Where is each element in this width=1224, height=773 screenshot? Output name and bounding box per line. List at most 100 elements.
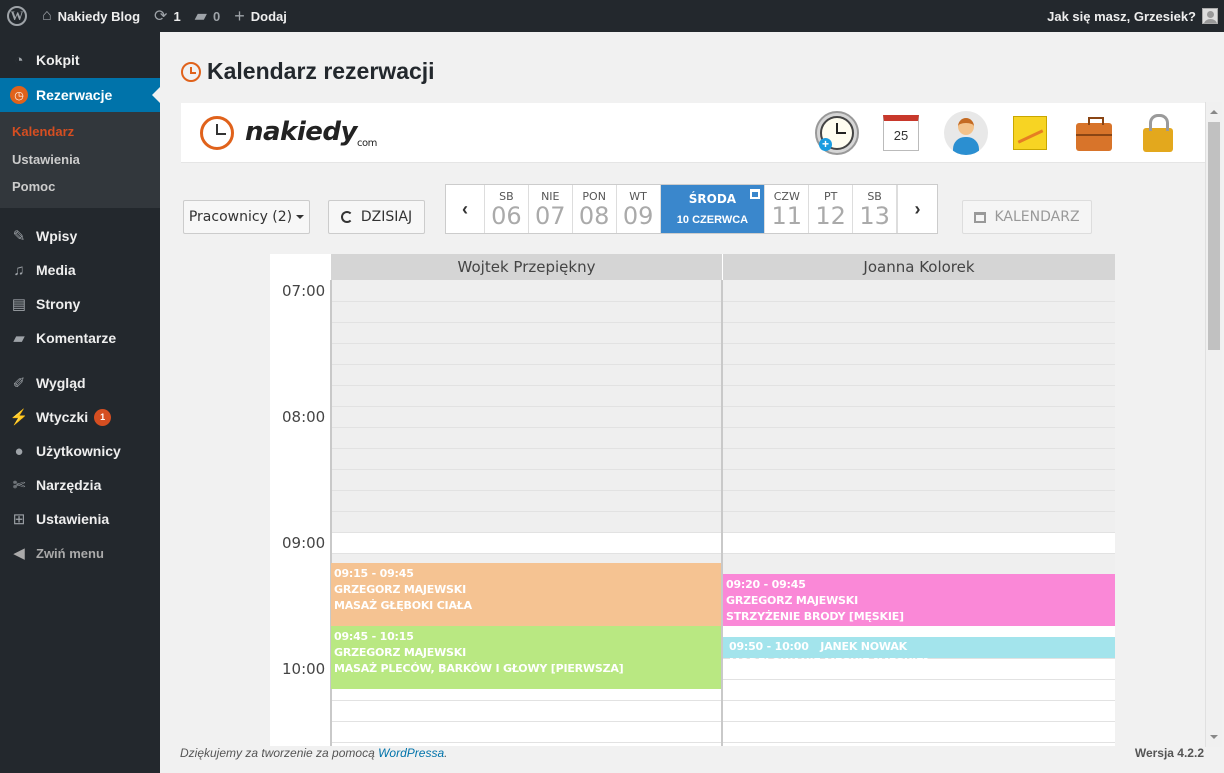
admin-sidebar: ◔ Kokpit ◷ Rezerwacje Kalendarz Ustawien…: [0, 32, 160, 773]
home-icon: ⌂: [42, 7, 52, 24]
chart-glyph: [1013, 116, 1047, 150]
scroll-thumb[interactable]: [1208, 122, 1220, 350]
next-day-button[interactable]: ›: [897, 185, 937, 233]
scroll-down-icon[interactable]: [1210, 735, 1218, 743]
sidebar-item-media[interactable]: ♫ Media: [0, 253, 160, 287]
sidebar-item-label: Wpisy: [36, 228, 78, 244]
pages-icon: ▤: [11, 296, 27, 313]
update-badge: 1: [94, 408, 112, 426]
submenu-kalendarz[interactable]: Kalendarz: [12, 124, 74, 139]
booking-event[interactable]: 09:20 - 09:45 GRZEGORZ MAJEWSKI STRZYŻEN…: [723, 574, 1115, 626]
footer-thanks-suffix: .: [444, 746, 448, 760]
add-booking-icon[interactable]: +: [815, 111, 859, 155]
brush-icon: ✐: [12, 375, 26, 392]
submenu-ustawienia[interactable]: Ustawienia: [12, 152, 80, 167]
user-body: [953, 137, 979, 155]
calendar-icon[interactable]: 25: [879, 111, 923, 155]
day-number: 06: [491, 202, 522, 230]
sidebar-item-uzytkownicy[interactable]: ● Użytkownicy: [0, 434, 160, 468]
users-icon: ●: [14, 442, 24, 460]
day-thu-11[interactable]: CZW 11: [765, 185, 810, 233]
grid-line: [331, 490, 1115, 491]
time-label-0700: 07:00: [282, 282, 326, 300]
settings-icon: ⊞: [12, 511, 26, 528]
grid-line: [331, 364, 1115, 365]
sidebar-item-kokpit[interactable]: ◔ Kokpit: [0, 43, 160, 77]
sidebar-item-label: Wygląd: [36, 375, 86, 391]
sidebar-item-narzedzia[interactable]: ✄ Narzędzia: [0, 468, 160, 502]
prev-day-button[interactable]: ‹: [446, 185, 485, 233]
site-name-link[interactable]: ⌂ Nakiedy Blog: [34, 0, 147, 32]
grid-line: [331, 700, 1115, 701]
sidebar-item-label: Ustawienia: [36, 511, 110, 527]
sidebar-item-label: Strony: [36, 296, 81, 312]
day-mon-08[interactable]: PON 08: [573, 185, 617, 233]
footer-thanks-text: Dziękujemy za tworzenie za pomocą: [180, 746, 375, 760]
sidebar-item-label: Wtyczki: [36, 409, 89, 425]
event-service: MASAŻ GŁĘBOKI CIAŁA: [334, 599, 472, 612]
pin-icon: ✎: [12, 228, 26, 245]
grid-line: [331, 406, 1115, 407]
sidebar-item-wpisy[interactable]: ✎ Wpisy: [0, 219, 160, 253]
sidebar-item-wyglad[interactable]: ✐ Wygląd: [0, 366, 160, 400]
grid-line: [331, 553, 1115, 554]
day-number: 11: [771, 202, 803, 230]
grid-line: [331, 742, 1115, 743]
event-service: MASAŻ PLECÓW, BARKÓW I GŁOWY [PIERWSZA]: [334, 662, 624, 675]
caret-down-icon: [296, 215, 305, 223]
event-time: 09:15 - 09:45: [334, 567, 414, 580]
day-sat-06[interactable]: SB 06: [485, 185, 529, 233]
grid-line: [331, 427, 1115, 428]
sidebar-item-komentarze[interactable]: ▰ Komentarze: [0, 321, 160, 355]
sidebar-item-ustawienia[interactable]: ⊞ Ustawienia: [0, 502, 160, 536]
calendar-button-label: KALENDARZ: [994, 209, 1080, 225]
clock-icon: [181, 61, 201, 82]
event-client: JANEK NOWAK: [820, 640, 908, 653]
day-number: 07: [535, 202, 566, 230]
wordpress-link[interactable]: WordPressa: [378, 746, 444, 760]
day-number: 13: [859, 202, 890, 230]
statistics-icon[interactable]: [1008, 111, 1052, 155]
calendar-button[interactable]: KALENDARZ: [962, 200, 1092, 234]
my-account-link[interactable]: Jak się masz, Grzesiek?: [1047, 0, 1218, 32]
staff-dropdown[interactable]: Pracownicy (2): [183, 200, 310, 234]
add-new-label: Dodaj: [250, 8, 287, 24]
add-new-link[interactable]: + Dodaj: [227, 0, 294, 32]
day-calendar: Wojtek Przepiękny Joanna Kolorek 07:00 0…: [270, 254, 1115, 746]
scroll-up-icon[interactable]: [1210, 106, 1218, 114]
grid-line: [331, 322, 1115, 323]
page-scrollbar[interactable]: [1205, 102, 1222, 747]
nakiedy-logo[interactable]: nakiedycom: [245, 117, 377, 149]
briefcase-icon[interactable]: [1072, 111, 1116, 155]
day-fri-12[interactable]: PT 12: [809, 185, 854, 233]
booking-event[interactable]: 09:45 - 10:15 GRZEGORZ MAJEWSKI MASAŻ PL…: [331, 626, 721, 689]
booking-event[interactable]: 09:15 - 09:45 GRZEGORZ MAJEWSKI MASAŻ GŁ…: [331, 563, 721, 626]
day-wed-10-selected[interactable]: ŚRODA 10 CZERWCA: [660, 185, 766, 233]
page-heading: Kalendarz rezerwacji: [181, 58, 435, 85]
user-head: [958, 118, 974, 135]
day-navigator: ‹ SB 06 NIE 07 PON 08 WT 09 ŚRODA 10 CZE…: [445, 184, 938, 234]
day-sun-07[interactable]: NIE 07: [529, 185, 573, 233]
sidebar-item-label: Kokpit: [36, 52, 80, 68]
user-icon[interactable]: [944, 111, 988, 155]
plugin-icon: ⚡: [9, 409, 29, 426]
day-number: 09: [622, 202, 654, 230]
today-button[interactable]: DZISIAJ: [328, 200, 425, 234]
collapse-menu-button[interactable]: ◀ Zwiń menu: [0, 536, 160, 570]
avatar: [1202, 8, 1218, 24]
wordpress-logo-button[interactable]: W: [0, 0, 34, 32]
day-sat-13[interactable]: SB 13: [853, 185, 898, 233]
booking-event[interactable]: 09:50 - 10:00 JANEK NOWAK MODELOWANIE MĘ…: [723, 637, 1115, 669]
chevron-right-icon: ›: [914, 198, 921, 219]
refresh-icon: [340, 211, 353, 223]
updates-link[interactable]: ⟳ 1: [147, 0, 188, 32]
day-name: ŚRODA: [688, 192, 737, 206]
sidebar-item-rezerwacje[interactable]: ◷ Rezerwacje: [0, 78, 160, 112]
day-tue-09[interactable]: WT 09: [617, 185, 661, 233]
staff-column-separator: [721, 280, 723, 746]
comments-link[interactable]: ▰ 0: [188, 0, 228, 32]
submenu-pomoc[interactable]: Pomoc: [12, 179, 55, 194]
sidebar-item-strony[interactable]: ▤ Strony: [0, 287, 160, 321]
sidebar-item-wtyczki[interactable]: ⚡ Wtyczki 1: [0, 400, 160, 434]
lock-icon[interactable]: [1136, 111, 1180, 155]
